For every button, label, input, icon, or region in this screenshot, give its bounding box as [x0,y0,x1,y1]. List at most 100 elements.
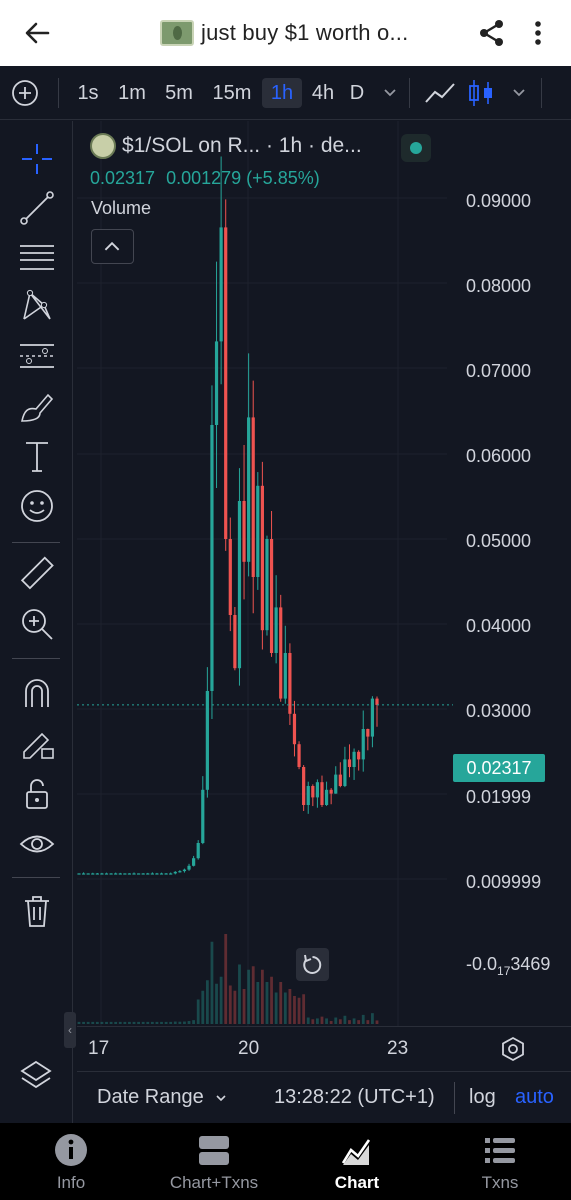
info-icon [55,1134,87,1166]
brush-icon[interactable] [18,387,56,425]
chevron-down-icon[interactable] [380,82,400,102]
more-vertical-icon[interactable] [528,18,548,48]
candle-body [338,774,342,786]
candle-body [242,501,246,562]
lock-drawing-icon[interactable] [18,724,56,762]
page-title: just buy $1 worth o... [201,20,409,45]
volume-bar [352,1018,356,1024]
candle-body [315,782,319,798]
candles-icon[interactable] [467,78,495,108]
bottom-divider [454,1082,455,1114]
trash-icon[interactable] [18,892,56,930]
volume-bar [77,1021,81,1024]
interval-4h[interactable]: 4h [306,78,340,108]
interval-1m[interactable]: 1m [113,78,151,108]
volume-bar [343,1015,347,1024]
volume-bar [293,996,296,1024]
volume-bar [320,1016,324,1024]
volume-bar [279,982,283,1024]
candle-body [77,873,81,875]
volume-bar [114,1021,118,1024]
candle-body [214,341,219,425]
candle-body [256,485,260,577]
interval-1s[interactable]: 1s [72,78,104,108]
eye-icon[interactable] [18,825,56,863]
interval-1h[interactable]: 1h [262,78,302,108]
text-icon[interactable] [18,437,56,475]
chevron-down-icon [216,1095,226,1101]
volume-bar [338,1019,342,1024]
trend-line-icon[interactable] [18,189,56,227]
volume-bar [128,1021,131,1024]
log-scale-toggle[interactable]: log [469,1086,496,1109]
candle-body [306,786,310,805]
interval-5m[interactable]: 5m [159,78,199,108]
volume-bar [242,989,246,1024]
date-range-label: Date Range [97,1086,204,1108]
candle-body [224,227,228,539]
volume-bar [105,1021,108,1024]
price-tick: 0.06000 [466,446,531,466]
nav-chart[interactable]: Chart [286,1123,428,1200]
volume-bar [316,1018,319,1024]
emoji-icon[interactable] [18,487,56,525]
volume-bar [118,1021,122,1024]
line-chart-icon[interactable] [424,80,456,106]
bottom-nav: Info Chart+Txns Chart Txns [0,1123,571,1200]
candle-body [375,698,379,705]
zoom-in-icon[interactable] [18,605,56,643]
arrow-left-icon[interactable] [22,18,52,48]
reset-chart-icon[interactable] [296,948,329,981]
auto-scale-toggle[interactable]: auto [515,1086,554,1109]
toolbar-divider [12,658,60,659]
candle-body [311,786,315,798]
nav-chart-label: Chart [334,1173,380,1192]
drawing-toolbar [0,121,73,1123]
volume-bar [132,1021,136,1024]
chevron-down-icon[interactable] [509,82,529,102]
time-axis[interactable]: 17 20 23 [77,1026,571,1070]
candle-body [297,744,301,767]
time-tick: 17 [88,1038,110,1059]
layers-icon[interactable] [19,1058,53,1092]
share-icon[interactable] [478,18,506,48]
candle-body [228,539,232,615]
volume-bar [233,990,237,1024]
legend-change: 0.001279 (+5.85%) [166,168,320,188]
pattern-icon[interactable] [18,287,56,325]
crosshair-icon[interactable] [18,140,56,178]
candle-body [192,858,196,866]
nav-chart-txns-label: Chart+Txns [169,1173,259,1192]
volume-bar [288,989,292,1024]
live-status-icon [401,134,431,162]
collapse-legend-button[interactable] [91,229,134,264]
volume-bar [256,982,260,1024]
nav-txns[interactable]: Txns [429,1123,571,1200]
candle-body [269,539,274,653]
interval-15m[interactable]: 15m [207,78,257,108]
collapse-toolbar-tab[interactable]: ‹ [64,1012,76,1048]
add-indicator-icon[interactable] [11,79,39,107]
candle-body [260,485,264,631]
nav-info[interactable]: Info [0,1123,142,1200]
candle-body [302,767,306,805]
ruler-icon[interactable] [18,555,56,593]
clock-timezone[interactable]: 13:28:22 (UTC+1) [274,1086,435,1109]
date-range-button[interactable]: Date Range [97,1086,228,1109]
unlock-icon[interactable] [18,775,56,813]
nav-chart-txns[interactable]: Chart+Txns [143,1123,285,1200]
symbol-legend: $1/SOL on R... · 1h · de... [90,133,362,159]
token-logo-icon [90,133,116,159]
toolbar-divider [12,542,60,543]
candle-body [343,759,347,786]
price-chart[interactable]: 0.09000 0.08000 0.07000 0.06000 0.05000 0.040… [77,121,571,1026]
prediction-icon[interactable] [18,337,56,375]
candle-body [320,782,324,805]
fib-retracement-icon[interactable] [18,238,56,276]
volume-bar [219,976,223,1024]
candle-body [361,729,365,760]
magnet-icon[interactable] [18,673,56,711]
volume-bar [224,934,228,1024]
interval-d[interactable]: D [345,78,369,108]
settings-icon[interactable] [499,1035,527,1063]
